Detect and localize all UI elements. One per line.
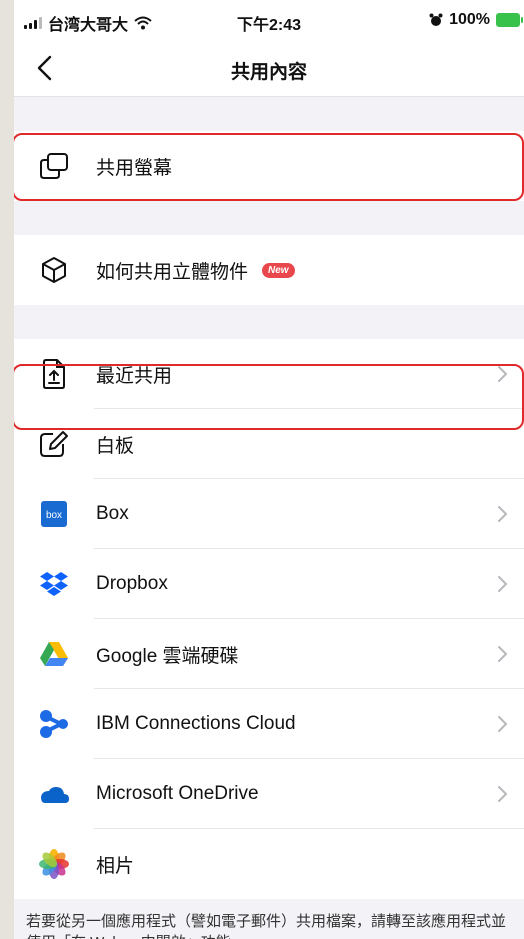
whiteboard-item[interactable]: 白板 bbox=[14, 409, 524, 479]
dropbox-logo-icon bbox=[36, 566, 72, 602]
photos-icon bbox=[36, 846, 72, 882]
onedrive-item[interactable]: Microsoft OneDrive bbox=[14, 759, 524, 829]
navigation-bar: 共用內容 bbox=[14, 40, 524, 97]
chevron-right-icon bbox=[498, 716, 508, 732]
whiteboard-edit-icon bbox=[36, 426, 72, 462]
dropbox-label: Dropbox bbox=[96, 573, 168, 594]
google-drive-label: Google 雲端硬碟 bbox=[96, 645, 239, 667]
google-drive-icon bbox=[36, 636, 72, 672]
footer-hint-text: 若要從另一個應用程式（譬如電子郵件）共用檔案，請轉至該應用程式並使用「在 Web… bbox=[26, 913, 507, 939]
whiteboard-label: 白板 bbox=[96, 435, 135, 457]
photos-label: 相片 bbox=[96, 855, 135, 877]
onedrive-icon bbox=[36, 776, 72, 812]
chevron-right-icon bbox=[498, 506, 508, 522]
section-gap bbox=[14, 201, 524, 235]
share-3d-object-item[interactable]: 如何共用立體物件 New bbox=[14, 235, 524, 305]
share-content-screen: 台湾大哥大 下午2:43 100% 共用內容 共用螢幕 如何共用立體物件 New… bbox=[14, 0, 524, 939]
share-3d-object-label: 如何共用立體物件 bbox=[96, 261, 249, 283]
recent-upload-icon bbox=[36, 356, 72, 392]
footer-hint: 若要從另一個應用程式（譬如電子郵件）共用檔案，請轉至該應用程式並使用「在 Web… bbox=[14, 899, 524, 939]
battery-icon bbox=[496, 13, 523, 27]
status-right: 100% bbox=[429, 11, 523, 29]
photos-item[interactable]: 相片 bbox=[14, 829, 524, 899]
chevron-right-icon bbox=[498, 576, 508, 592]
chevron-right-icon bbox=[498, 366, 508, 382]
battery-percent: 100% bbox=[449, 11, 490, 28]
ibm-connections-icon bbox=[36, 706, 72, 742]
box-logo-icon: box bbox=[36, 496, 72, 532]
dropbox-item[interactable]: Dropbox bbox=[14, 549, 524, 619]
status-bar: 台湾大哥大 下午2:43 100% bbox=[14, 0, 524, 40]
page-title: 共用內容 bbox=[230, 62, 307, 83]
ibm-connections-item[interactable]: IBM Connections Cloud bbox=[14, 689, 524, 759]
ibm-connections-label: IBM Connections Cloud bbox=[96, 713, 296, 734]
box-item[interactable]: box Box bbox=[14, 479, 524, 549]
share-screen-label: 共用螢幕 bbox=[96, 157, 173, 179]
onedrive-label: Microsoft OneDrive bbox=[96, 783, 259, 804]
section-gap bbox=[14, 305, 524, 339]
chevron-right-icon bbox=[498, 646, 508, 662]
svg-text:box: box bbox=[46, 510, 62, 521]
box-label: Box bbox=[96, 503, 129, 524]
google-drive-item[interactable]: Google 雲端硬碟 bbox=[14, 619, 524, 689]
cube-icon bbox=[36, 252, 72, 288]
recent-shares-item[interactable]: 最近共用 bbox=[14, 339, 524, 409]
chevron-right-icon bbox=[498, 786, 508, 802]
screen-share-icon bbox=[36, 148, 72, 184]
section-gap bbox=[14, 97, 524, 131]
alarm-icon bbox=[429, 13, 443, 26]
new-badge: New bbox=[262, 262, 295, 278]
share-screen-item[interactable]: 共用螢幕 bbox=[14, 131, 524, 201]
recent-shares-label: 最近共用 bbox=[96, 365, 173, 387]
